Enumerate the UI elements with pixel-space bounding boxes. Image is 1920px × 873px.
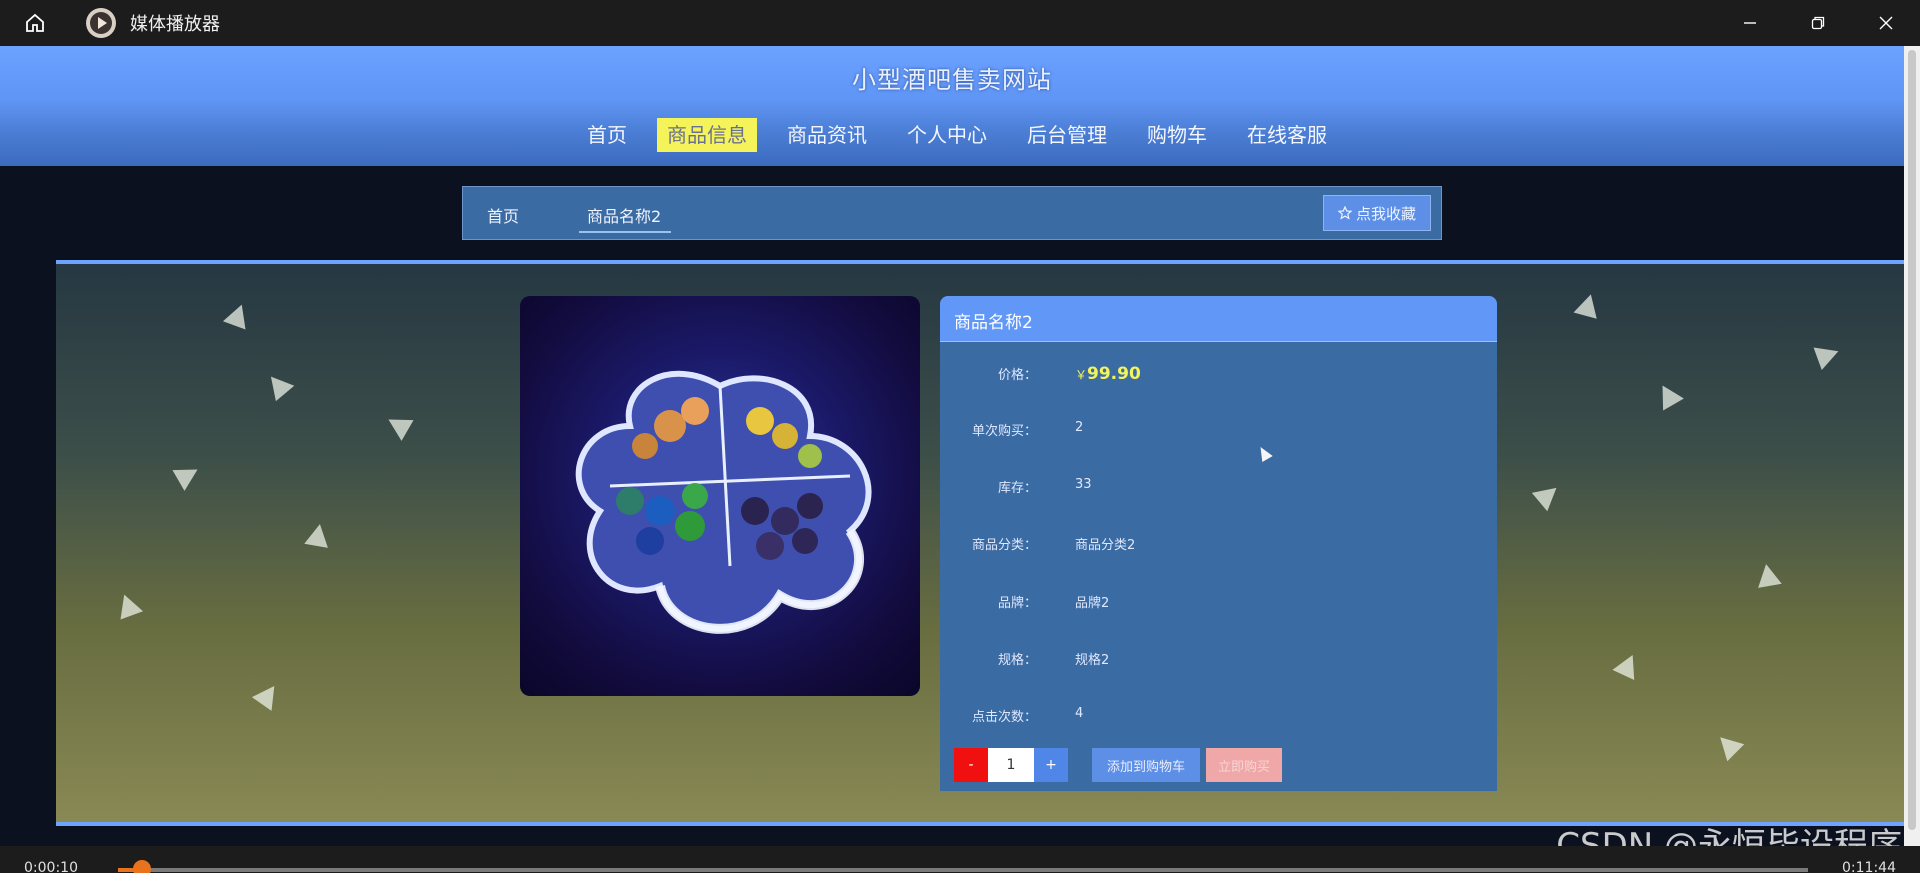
nav-item-news[interactable]: 商品资讯: [777, 118, 877, 152]
total-time: 0:11:44: [1842, 860, 1896, 873]
info-row-per-purchase: 单次购买： 2: [940, 420, 1497, 444]
price-currency: ￥: [1075, 368, 1088, 382]
product-name: 商品名称2: [940, 296, 1497, 342]
seek-bar-handle[interactable]: [132, 860, 151, 873]
background-shard: [304, 522, 332, 548]
fruit-platter-graphic: [575, 370, 872, 634]
site-header: 小型酒吧售卖网站 首页 商品信息 商品资讯 个人中心 后台管理 购物车 在线客服: [0, 46, 1904, 166]
breadcrumb-home[interactable]: 首页: [487, 203, 519, 227]
price-value-wrap: ￥99.90: [1075, 364, 1141, 384]
info-label: 单次购买：: [971, 424, 1037, 439]
nav-item-home[interactable]: 首页: [577, 118, 637, 152]
info-row-clicks: 点击次数： 4: [940, 706, 1497, 730]
minimize-icon: [1744, 22, 1756, 24]
info-value: 规格2: [1075, 653, 1110, 668]
info-row-category: 商品分类： 商品分类2: [940, 534, 1497, 558]
background-shard: [261, 368, 295, 402]
info-row-spec: 规格： 规格2: [940, 649, 1497, 673]
price-value: 99.90: [1087, 364, 1141, 384]
nav-item-cart[interactable]: 购物车: [1137, 118, 1217, 152]
background-shard: [251, 679, 285, 711]
restore-icon: [1811, 16, 1825, 30]
info-value: 4: [1075, 706, 1084, 721]
nav-item-admin[interactable]: 后台管理: [1017, 118, 1117, 152]
close-icon: [1879, 16, 1893, 30]
background-shard: [1711, 728, 1745, 762]
title-bar: 媒体播放器: [0, 0, 1920, 46]
price-row: 价格： ￥99.90: [940, 364, 1497, 388]
background-shard: [1531, 478, 1565, 512]
info-row-stock: 库存： 33: [940, 477, 1497, 501]
home-icon: [26, 13, 44, 32]
background-shard: [1754, 562, 1782, 588]
breadcrumb-current: 商品名称2: [587, 207, 662, 226]
home-button[interactable]: [0, 0, 70, 46]
background-shard: [1573, 291, 1603, 319]
info-row-brand: 品牌： 品牌2: [940, 592, 1497, 616]
seek-bar[interactable]: [118, 860, 1808, 873]
info-label: 品牌：: [997, 596, 1037, 611]
star-icon: [1337, 206, 1352, 220]
nav-item-support[interactable]: 在线客服: [1237, 118, 1337, 152]
current-time: 0:00:10: [24, 860, 78, 873]
info-label: 商品分类：: [971, 538, 1037, 553]
background-shard: [222, 300, 254, 330]
main-nav: 首页 商品信息 商品资讯 个人中心 后台管理 购物车 在线客服: [0, 118, 1904, 152]
quantity-input[interactable]: 1: [988, 748, 1034, 782]
player-controls: 0:00:10 0:11:44: [0, 846, 1920, 873]
info-value: 2: [1075, 420, 1084, 435]
background-shard: [112, 590, 144, 620]
product-image: [520, 296, 920, 696]
restore-button[interactable]: [1784, 0, 1852, 46]
info-label: 点击次数：: [971, 710, 1037, 725]
info-value: 商品分类2: [1075, 538, 1136, 553]
info-label: 库存：: [997, 481, 1037, 496]
minimize-button[interactable]: [1716, 0, 1784, 46]
info-value: 品牌2: [1075, 596, 1110, 611]
nav-item-profile[interactable]: 个人中心: [897, 118, 997, 152]
info-value: 33: [1075, 477, 1092, 492]
breadcrumb: 首页 商品名称2 点我收藏: [462, 186, 1442, 240]
info-label: 规格：: [997, 653, 1037, 668]
price-label: 价格：: [997, 368, 1037, 383]
window-controls: [1716, 0, 1920, 46]
background-shard: [1652, 379, 1684, 411]
background-shard: [172, 459, 204, 491]
site-title: 小型酒吧售卖网站: [852, 66, 1052, 94]
product-info-card: 商品名称2 价格： ￥99.90 单次购买： 2 库存： 33 商品分类： 商品…: [940, 296, 1497, 791]
page-scrollbar-thumb[interactable]: [1908, 50, 1916, 830]
breadcrumb-underline: [579, 231, 671, 233]
quantity-increase-button[interactable]: +: [1034, 748, 1068, 782]
window-title: 媒体播放器: [130, 14, 220, 35]
buy-now-button[interactable]: 立即购买: [1206, 748, 1282, 782]
page-scrollbar[interactable]: [1904, 46, 1920, 846]
video-frame[interactable]: 小型酒吧售卖网站 首页 商品信息 商品资讯 个人中心 后台管理 购物车 在线客服…: [0, 46, 1920, 846]
favorite-button-label: 点我收藏: [1355, 204, 1416, 223]
quantity-decrease-button[interactable]: -: [954, 748, 988, 782]
favorite-button[interactable]: 点我收藏: [1323, 195, 1431, 231]
add-to-cart-button[interactable]: 添加到购物车: [1092, 748, 1200, 782]
close-button[interactable]: [1852, 0, 1920, 46]
media-player-window: 媒体播放器 小型酒吧售卖网站 首页 商品信息 商品资讯 个人中心 后台管理 购物…: [0, 0, 1920, 873]
background-shard: [1612, 649, 1644, 681]
background-shard: [382, 409, 414, 441]
background-shard: [1813, 339, 1843, 371]
play-icon: [86, 8, 116, 38]
nav-item-products[interactable]: 商品信息: [657, 118, 757, 152]
